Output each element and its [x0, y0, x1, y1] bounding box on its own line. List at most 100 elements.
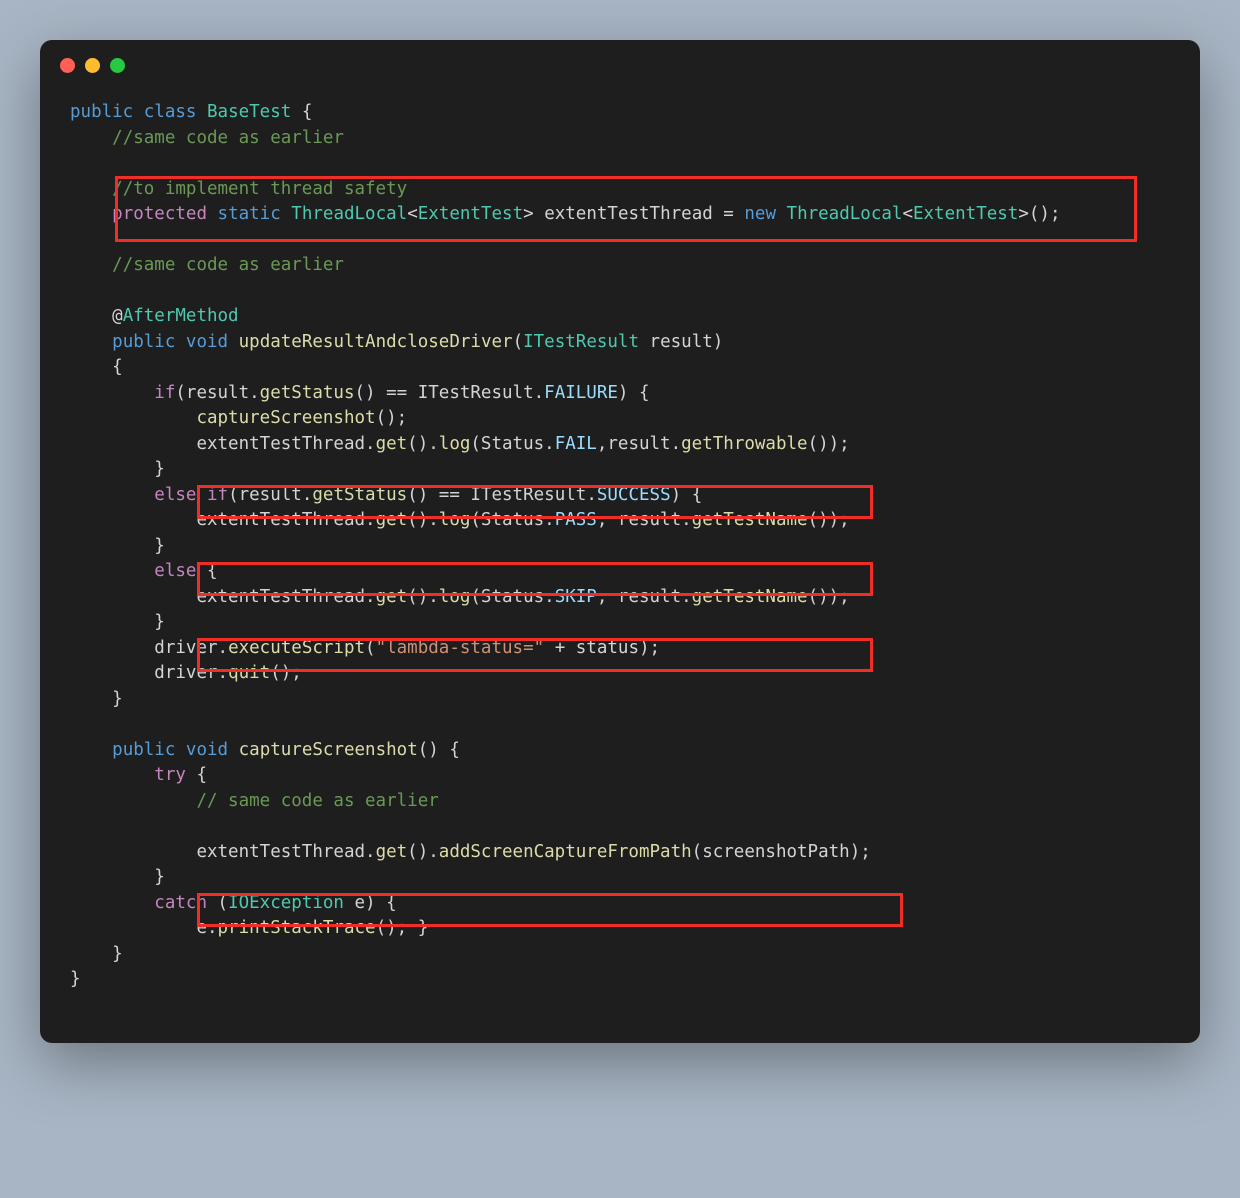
keyword-void: void	[186, 332, 228, 352]
punc: ());	[808, 510, 850, 530]
code-text: e.	[196, 918, 217, 938]
keyword-static: static	[218, 204, 281, 224]
string-literal: "lambda-status="	[376, 638, 545, 658]
code-text: extentTestThread.	[196, 510, 375, 530]
type-extenttest: ExtentTest	[418, 204, 523, 224]
keyword-protected: protected	[112, 204, 207, 224]
brace: }	[112, 689, 123, 709]
code-text: ().	[407, 587, 439, 607]
method-call: log	[439, 434, 471, 454]
method-call: getTestName	[692, 587, 808, 607]
code-text: extentTestThread.	[196, 842, 375, 862]
brace: }	[154, 612, 165, 632]
const-pass: PASS	[555, 510, 597, 530]
annotation: AfterMethod	[123, 306, 239, 326]
punc: ());	[808, 434, 850, 454]
code-text: , result.	[597, 510, 692, 530]
punc: ());	[808, 587, 850, 607]
method-call: getStatus	[260, 383, 355, 403]
code-text: driver.	[154, 638, 228, 658]
const-skip: SKIP	[555, 587, 597, 607]
const-failure: FAILURE	[544, 383, 618, 403]
punc: ();	[376, 408, 408, 428]
code-text: extentTestThread.	[196, 434, 375, 454]
method-call: get	[376, 434, 408, 454]
method-call: get	[376, 842, 408, 862]
code-window: public class BaseTest { //same code as e…	[40, 40, 1200, 1043]
class-name: BaseTest	[207, 102, 291, 122]
comment: // same code as earlier	[196, 791, 438, 811]
keyword-class: class	[144, 102, 197, 122]
type-threadlocal: ThreadLocal	[291, 204, 407, 224]
var-name: extentTestThread =	[534, 204, 745, 224]
annotation-at: @	[112, 306, 123, 326]
brace: ) {	[671, 485, 703, 505]
method-call: getTestName	[692, 510, 808, 530]
type-itestresult: ITestResult	[523, 332, 639, 352]
code-text: driver.	[154, 663, 228, 683]
punc: (	[207, 893, 228, 913]
method-call: get	[376, 587, 408, 607]
code-text: ().	[407, 510, 439, 530]
punc: ();	[1029, 204, 1061, 224]
brace: }	[154, 459, 165, 479]
code-text: () == ITestResult.	[355, 383, 545, 403]
keyword-if: if	[207, 485, 228, 505]
keyword-public: public	[112, 332, 175, 352]
brace: }	[154, 867, 165, 887]
brace: }	[112, 944, 123, 964]
window-titlebar	[40, 40, 1200, 90]
code-text: ().	[407, 434, 439, 454]
brace: () {	[418, 740, 460, 760]
brace: {	[186, 765, 207, 785]
code-text: ().	[407, 842, 439, 862]
keyword-else: else	[154, 561, 196, 581]
code-text: (Status.	[470, 434, 554, 454]
close-icon[interactable]	[60, 58, 75, 73]
keyword-void: void	[186, 740, 228, 760]
maximize-icon[interactable]	[110, 58, 125, 73]
method-call: quit	[228, 663, 270, 683]
keyword-try: try	[154, 765, 186, 785]
type-extenttest: ExtentTest	[913, 204, 1018, 224]
method-call: getThrowable	[681, 434, 807, 454]
brace: }	[70, 969, 81, 989]
punc: ();	[270, 663, 302, 683]
method-name: captureScreenshot	[239, 740, 418, 760]
method-call: executeScript	[228, 638, 365, 658]
code-text: () == ITestResult.	[407, 485, 597, 505]
keyword-new: new	[744, 204, 776, 224]
method-call: addScreenCaptureFromPath	[439, 842, 692, 862]
comment: //same code as earlier	[112, 255, 344, 275]
keyword-catch: catch	[154, 893, 207, 913]
comment: //same code as earlier	[112, 128, 344, 148]
method-call: log	[439, 587, 471, 607]
brace: ) {	[618, 383, 650, 403]
code-text: ,result.	[597, 434, 681, 454]
keyword-if: if	[154, 383, 175, 403]
param: result)	[639, 332, 723, 352]
keyword-public: public	[70, 102, 133, 122]
keyword-public: public	[112, 740, 175, 760]
brace: e) {	[344, 893, 397, 913]
code-text: (result.	[175, 383, 259, 403]
brace: {	[291, 102, 312, 122]
brace: }	[154, 536, 165, 556]
method-call: get	[376, 510, 408, 530]
const-fail: FAIL	[555, 434, 597, 454]
minimize-icon[interactable]	[85, 58, 100, 73]
type-threadlocal: ThreadLocal	[787, 204, 903, 224]
type-ioexception: IOException	[228, 893, 344, 913]
code-text: (Status.	[470, 510, 554, 530]
method-call: printStackTrace	[218, 918, 376, 938]
method-call: log	[439, 510, 471, 530]
const-success: SUCCESS	[597, 485, 671, 505]
code-text: (Status.	[470, 587, 554, 607]
comment: //to implement thread safety	[112, 179, 407, 199]
code-text: extentTestThread.	[196, 587, 375, 607]
brace: (); }	[376, 918, 429, 938]
code-text: (result.	[228, 485, 312, 505]
keyword-else: else	[154, 485, 196, 505]
punc: (	[365, 638, 376, 658]
method-name: updateResultAndcloseDriver	[239, 332, 513, 352]
